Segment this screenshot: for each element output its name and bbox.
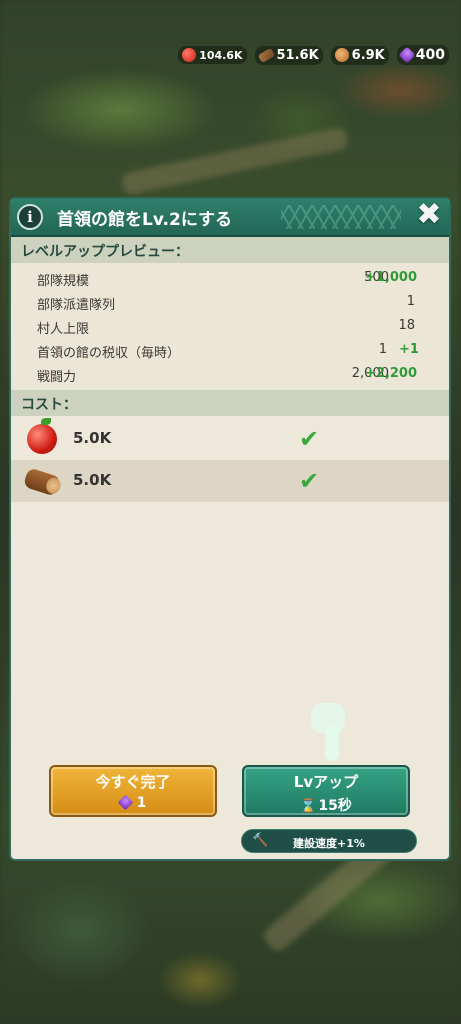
stat-row: 首領の館の税収（毎時） 1 +1 bbox=[11, 339, 449, 363]
stat-label: 戦闘力 bbox=[37, 370, 77, 385]
checkmark-icon: ✔ bbox=[299, 467, 320, 495]
cost-amount: 5.0K bbox=[73, 471, 112, 489]
build-speed-badge: 🔨 建設速度+1% bbox=[241, 829, 417, 853]
stat-row: 村人上限 18 bbox=[11, 315, 449, 339]
wood-amount: 51.6K bbox=[276, 47, 319, 63]
bread-amount: 6.9K bbox=[351, 47, 385, 63]
stat-increase: +1,000 bbox=[365, 270, 418, 285]
gem-cost: 1 bbox=[136, 795, 147, 811]
cost-amount: 5.0K bbox=[73, 429, 112, 447]
food-amount: 104.6K bbox=[199, 48, 243, 62]
finish-now-label: 今すぐ完了 bbox=[95, 773, 171, 791]
resource-bar: 104.6K 51.6K 6.9K 400 bbox=[178, 45, 449, 65]
wood-resource[interactable]: 51.6K bbox=[254, 45, 323, 65]
stat-label: 部隊規模 bbox=[37, 274, 90, 289]
stat-label: 首領の館の税収（毎時） bbox=[37, 346, 181, 361]
stat-increase: +1 bbox=[399, 342, 419, 357]
hourglass-icon: ⌛ bbox=[300, 799, 317, 814]
stat-increase: +2,200 bbox=[365, 366, 418, 381]
stat-row: 部隊派遣隊列 1 bbox=[11, 291, 449, 315]
stat-row: 部隊規模 500 +1,000 bbox=[11, 267, 449, 291]
preview-stats: 部隊規模 500 +1,000 部隊派遣隊列 1 村人上限 18 首領の館の税収… bbox=[11, 263, 449, 390]
upgrade-dialog: i 首領の館をLv.2にする ✖ レベルアッププレビュー： 部隊規模 500 +… bbox=[9, 197, 451, 861]
gem-icon bbox=[117, 794, 133, 811]
wood-icon bbox=[257, 47, 275, 63]
finish-now-button[interactable]: 今すぐ完了 1 bbox=[49, 765, 217, 817]
stat-row: 戦闘力 2,000 +2,200 bbox=[11, 363, 449, 387]
build-speed-text: 建設速度+1% bbox=[293, 837, 365, 850]
cost-row-food: 5.0K ✔ bbox=[11, 418, 449, 460]
finish-now-cost: 1 bbox=[51, 794, 215, 811]
log-icon bbox=[22, 467, 62, 497]
stat-current: 1 bbox=[406, 294, 415, 309]
dialog-title: 首領の館をLv.2にする bbox=[57, 210, 232, 230]
apple-icon bbox=[182, 48, 197, 62]
header-ornament bbox=[281, 205, 401, 229]
tutorial-hand-pointer bbox=[303, 695, 353, 765]
cost-row-wood: 5.0K ✔ bbox=[11, 460, 449, 502]
gem-icon bbox=[398, 46, 416, 64]
gem-amount: 400 bbox=[415, 47, 445, 63]
level-up-label: Lvアップ bbox=[293, 773, 359, 791]
stat-current: 1 bbox=[378, 342, 387, 357]
cost-section-header: コスト： bbox=[11, 390, 449, 416]
level-up-button[interactable]: Lvアップ ⌛ 15秒 bbox=[242, 765, 410, 817]
gem-resource[interactable]: 400 bbox=[396, 45, 449, 65]
close-button[interactable]: ✖ bbox=[415, 200, 443, 230]
bread-resource[interactable]: 6.9K bbox=[330, 45, 389, 65]
stat-current: 18 bbox=[398, 318, 415, 333]
level-up-time: ⌛ 15秒 bbox=[244, 795, 408, 815]
apple-icon bbox=[27, 418, 57, 454]
stat-label: 村人上限 bbox=[37, 322, 90, 337]
stat-label: 部隊派遣隊列 bbox=[37, 298, 116, 313]
food-resource[interactable]: 104.6K bbox=[178, 46, 247, 64]
bread-icon bbox=[334, 48, 349, 62]
preview-section-header: レベルアッププレビュー： bbox=[11, 237, 449, 263]
build-time: 15秒 bbox=[318, 798, 352, 814]
dialog-header: i 首領の館をLv.2にする ✖ bbox=[11, 199, 449, 237]
checkmark-icon: ✔ bbox=[299, 425, 320, 453]
info-button[interactable]: i bbox=[17, 204, 43, 230]
